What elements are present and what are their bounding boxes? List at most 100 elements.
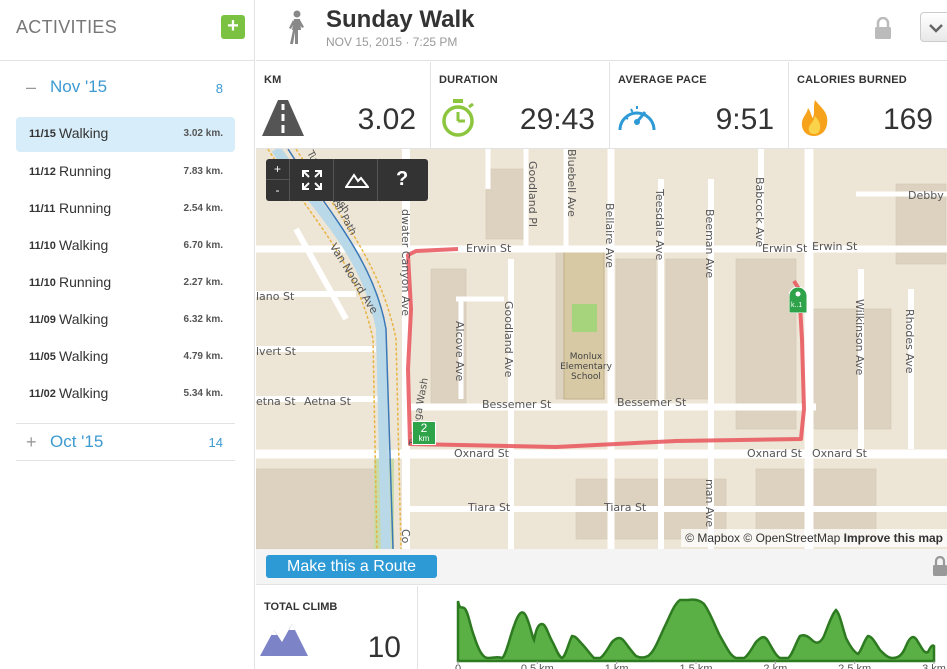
activity-item[interactable]: 11/05 Walking 4.79 km. [16, 339, 235, 376]
activity-date: 11/05 [29, 351, 56, 363]
x-tick-label: 2 km [763, 663, 787, 669]
school-label: Monlux Elementary School [560, 352, 612, 382]
month-group-nov-15[interactable]: – Nov '15 8 [16, 70, 235, 106]
activity-distance: 2.54 km. [183, 203, 223, 214]
x-tick-label: 2.5 km [838, 663, 871, 669]
month-name[interactable]: Nov '15 [50, 77, 107, 97]
zoom-in-button[interactable]: + [266, 159, 289, 180]
stat-label: KM [264, 74, 282, 86]
activity-distance: 6.32 km. [183, 314, 223, 325]
stats-bar: KM 3.02 DURATION 29:43 AVERAGE PACE 9:51… [256, 62, 947, 149]
stat-value: 29:43 [519, 103, 595, 136]
street-label: Babcock Ave [753, 177, 766, 248]
street-label: lano St [256, 290, 295, 303]
activity-item[interactable]: 11/02 Walking 5.34 km. [16, 376, 235, 413]
speedometer-icon [618, 106, 656, 131]
expand-icon[interactable]: + [26, 432, 37, 453]
activity-type: Walking [59, 237, 109, 253]
street-label: Erwin St [466, 242, 512, 255]
street-label: etna St [256, 395, 296, 408]
map-canvas[interactable] [256, 149, 947, 549]
street-label: Bessemer St [617, 396, 687, 409]
month-name[interactable]: Oct '15 [50, 432, 103, 452]
activity-date: 11/15 [29, 128, 56, 140]
activity-list: 11/15 Walking 3.02 km. 11/12 Running 7.8… [16, 117, 235, 413]
collapse-icon[interactable]: – [26, 77, 36, 98]
map-controls: + - ? [266, 159, 428, 201]
stat-distance: KM 3.02 [256, 62, 431, 149]
activity-date: 11/10 [29, 240, 56, 252]
km-marker-number: 2 [420, 421, 428, 435]
activity-distance: 5.34 km. [183, 388, 223, 399]
help-icon: ? [396, 168, 409, 190]
start-marker[interactable]: k..1 [788, 286, 808, 314]
zoom-out-button[interactable]: - [266, 180, 289, 201]
route-bar: Make this a Route [256, 549, 947, 585]
total-climb-panel: TOTAL CLIMB 10 [256, 586, 418, 669]
stat-calories: CALORIES BURNED 169 [789, 62, 947, 149]
street-label: Goodland Ave [502, 301, 515, 378]
chevron-down-icon [929, 24, 943, 33]
elevation-chart: 0 0.5 km 1 km 1.5 km 2 km 2.5 km 3 km [418, 586, 947, 669]
activity-item[interactable]: 11/12 Running 7.83 km. [16, 154, 235, 191]
stat-value: 9:51 [715, 103, 774, 136]
x-tick-label: 1.5 km [679, 663, 712, 669]
improve-map-link[interactable]: Improve this map [844, 531, 943, 545]
osm-link[interactable]: © OpenStreetMap [743, 531, 840, 545]
elevation-area [456, 598, 936, 663]
activity-date: 11/10 [29, 277, 56, 289]
activity-item[interactable]: 11/15 Walking 3.02 km. [16, 117, 235, 152]
street-label: Debby S [908, 189, 947, 202]
street-label: Rhodes Ave [903, 309, 916, 374]
street-label: Bluebell Ave [565, 149, 578, 217]
options-dropdown-button[interactable] [920, 12, 947, 42]
activity-item[interactable]: 11/10 Walking 6.70 km. [16, 228, 235, 265]
stat-label: AVERAGE PACE [618, 74, 707, 86]
activity-item[interactable]: 11/10 Running 2.27 km. [16, 265, 235, 302]
street-label: lvert St [256, 345, 296, 358]
street-label: Oxnard St [454, 447, 509, 460]
x-tick-label: 0 [455, 663, 461, 669]
street-label: Erwin St [762, 242, 808, 255]
street-label: Bellaire Ave [603, 203, 616, 268]
route-map[interactable]: Erwin St Erwin St Erwin St Bessemer St B… [256, 149, 947, 549]
add-activity-button[interactable]: + [221, 15, 245, 39]
stat-value: 3.02 [357, 103, 416, 136]
climb-value: 10 [367, 631, 401, 664]
activity-item[interactable]: 11/11 Running 2.54 km. [16, 191, 235, 228]
activity-date: 11/09 [29, 314, 56, 326]
start-marker-label: k..1 [791, 302, 803, 309]
activity-date: 11/12 [29, 166, 56, 178]
lock-icon[interactable] [873, 17, 893, 39]
x-tick-label: 3 km [922, 663, 946, 669]
activity-type: Running [59, 163, 112, 179]
activity-type: Walking [59, 125, 109, 141]
month-group-oct-15[interactable]: + Oct '15 14 [16, 423, 235, 461]
elevation-profile: 0 0.5 km 1 km 1.5 km 2 km 2.5 km 3 km [455, 598, 946, 669]
activity-type: Walking [59, 385, 109, 401]
road-icon [262, 100, 304, 136]
street-label: Goodland Pl [526, 161, 539, 227]
stopwatch-icon [442, 99, 474, 137]
street-label: Aetna St [304, 395, 351, 408]
activity-datetime: NOV 15, 2015 · 7:25 PM [326, 35, 458, 49]
flame-icon [801, 100, 828, 136]
fullscreen-icon [302, 170, 322, 190]
street-label: Bessemer St [482, 398, 552, 411]
activities-sidebar: ACTIVITIES + – Nov '15 8 11/15 Walking 3… [0, 0, 255, 669]
activity-item[interactable]: 11/09 Walking 6.32 km. [16, 302, 235, 339]
street-label: Erwin St [812, 240, 858, 253]
lock-icon[interactable] [932, 556, 947, 576]
mapbox-link[interactable]: © Mapbox [685, 531, 740, 545]
fullscreen-button[interactable] [290, 159, 334, 201]
stat-average-pace: AVERAGE PACE 9:51 [610, 62, 789, 149]
walking-person-icon [289, 10, 304, 44]
help-button[interactable]: ? [378, 159, 428, 201]
stat-label: CALORIES BURNED [797, 74, 907, 86]
km-marker-2[interactable]: 2 km [412, 421, 436, 445]
street-label: Tiara St [604, 501, 647, 514]
terrain-button[interactable] [334, 159, 378, 201]
km-marker-unit: km [418, 434, 430, 443]
map-pin-icon [788, 286, 808, 314]
make-route-button[interactable]: Make this a Route [266, 555, 437, 578]
